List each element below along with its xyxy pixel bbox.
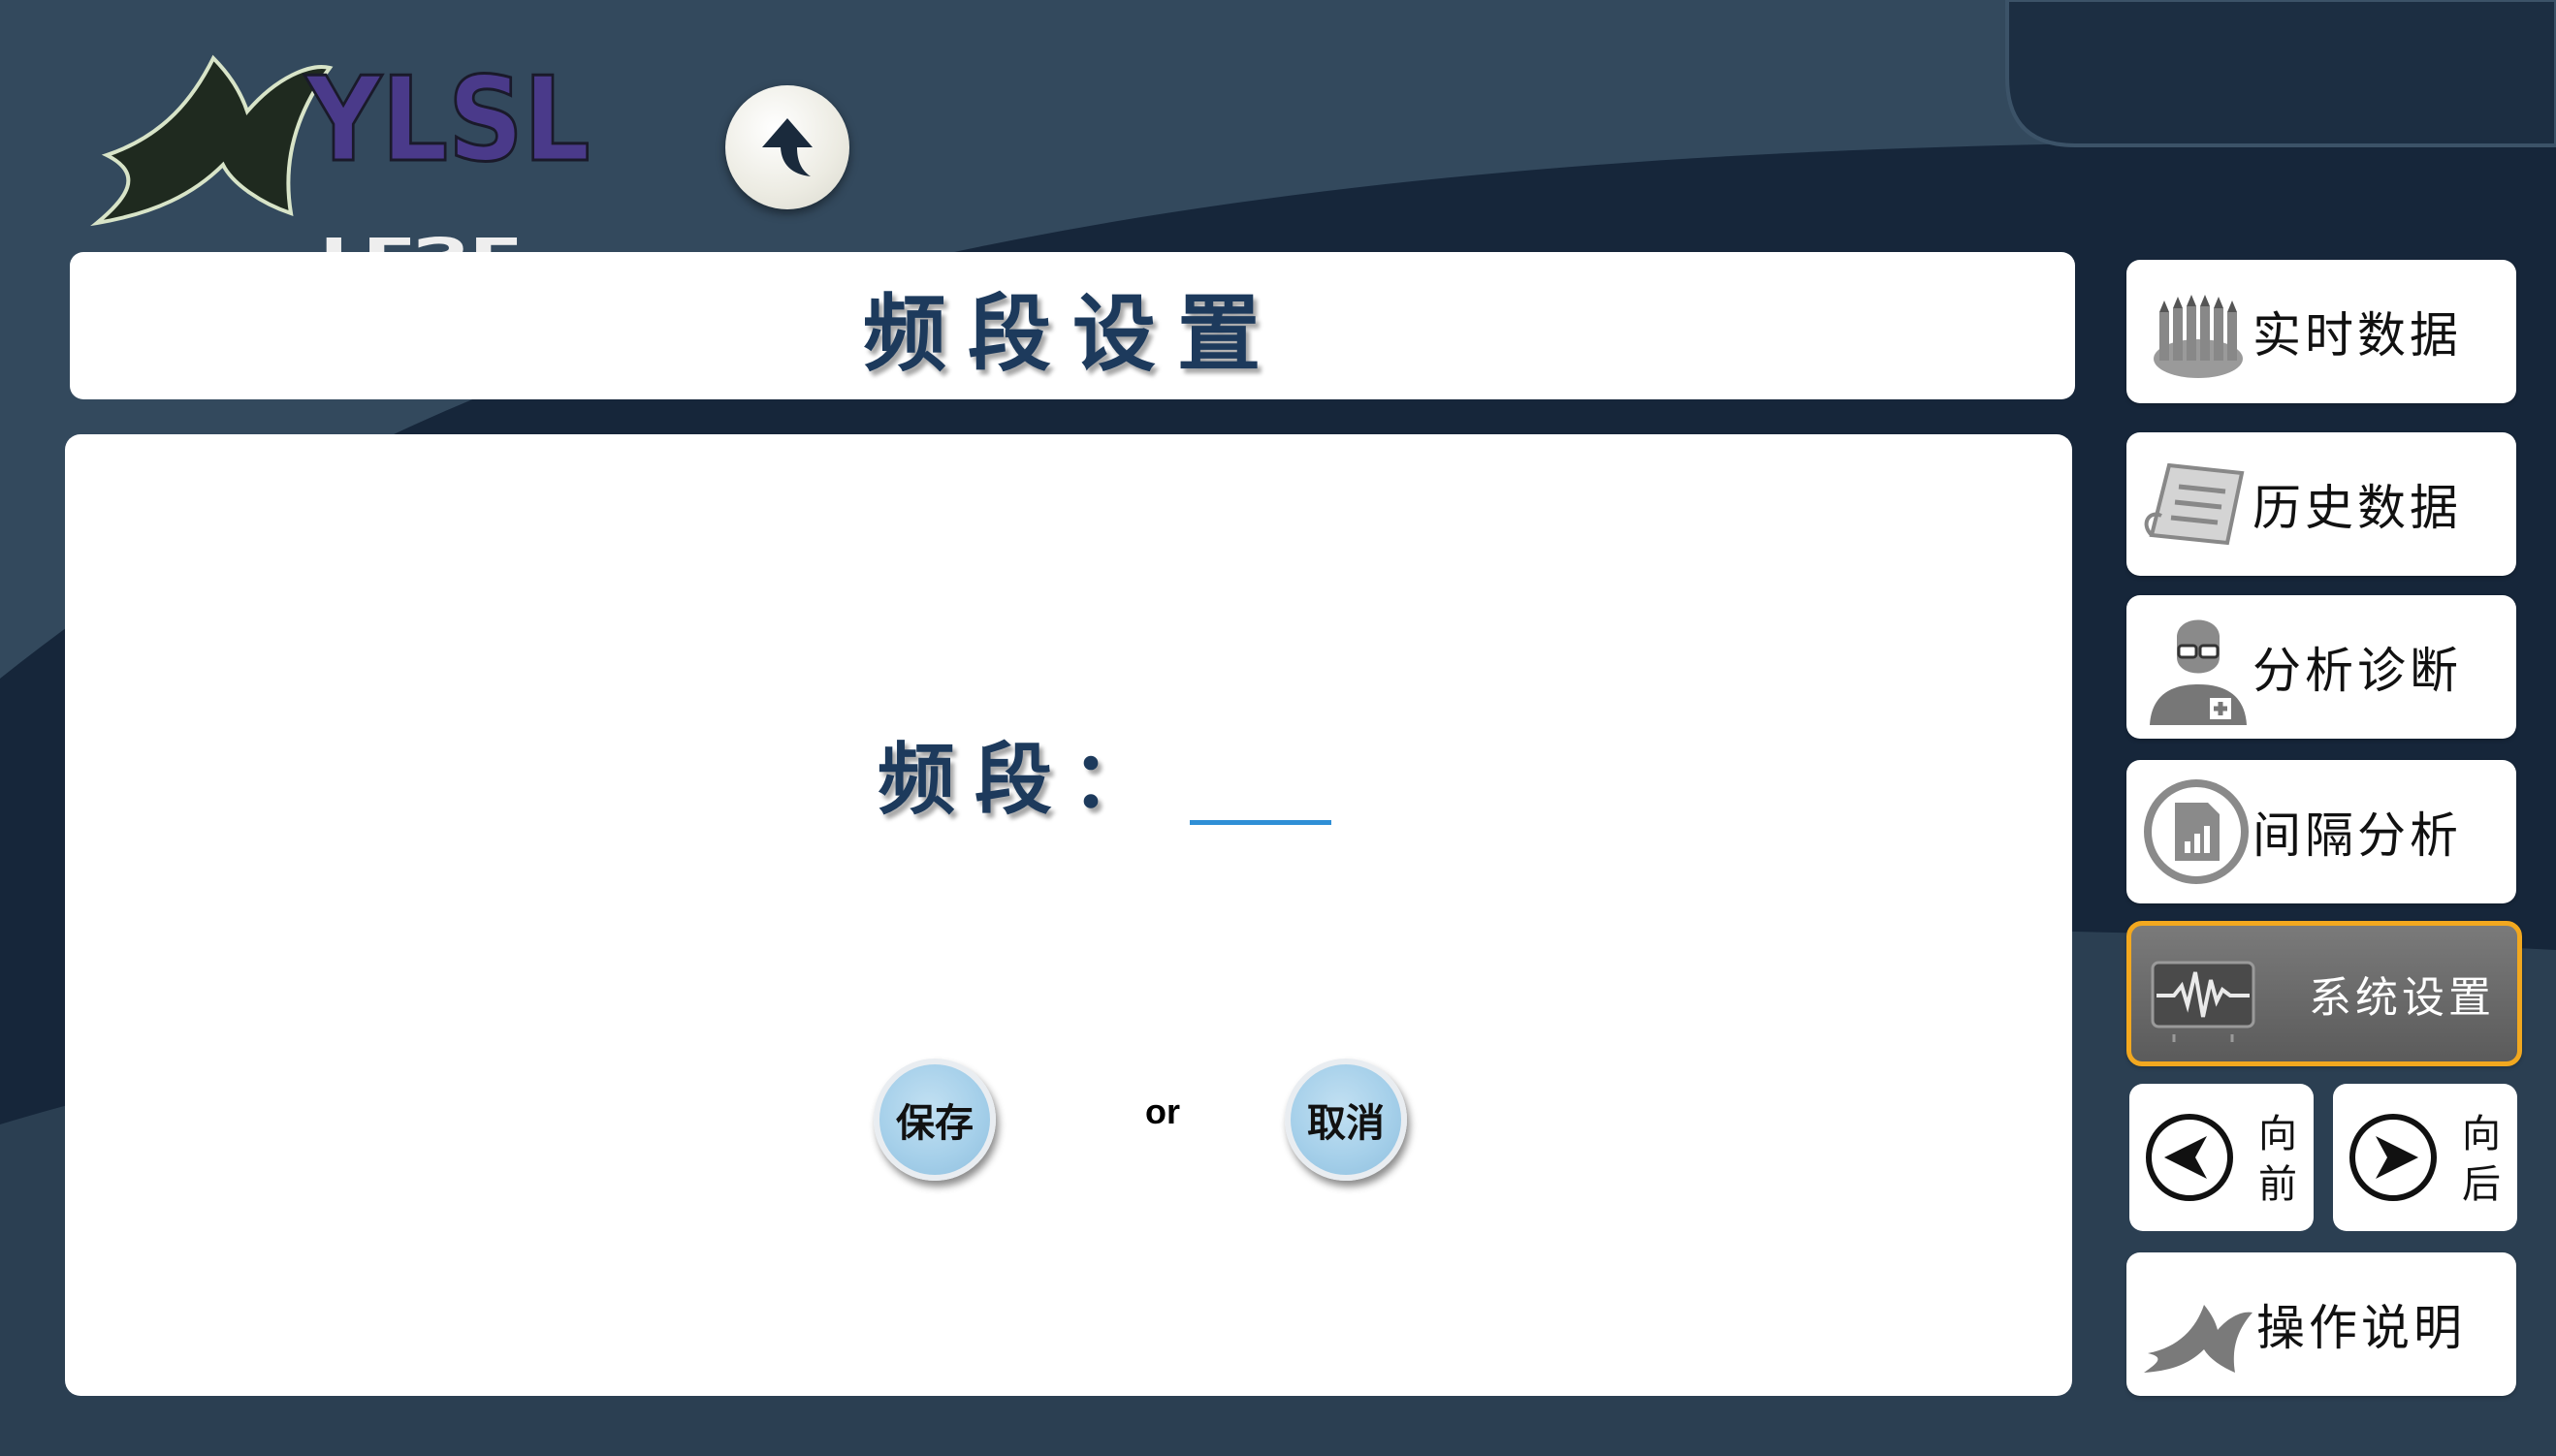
sidebar-item-label: 系统设置: [2309, 973, 2495, 1023]
svg-text:YLSL: YLSL: [304, 52, 590, 188]
sidebar-item-realtime-data[interactable]: 实时数据: [2126, 260, 2516, 403]
freq-input[interactable]: [1190, 751, 1331, 825]
up-button[interactable]: [725, 85, 849, 209]
or-separator: or: [1145, 1092, 1180, 1131]
freq-row: 频段：: [878, 715, 1331, 832]
cancel-button[interactable]: 取消: [1285, 1059, 1407, 1181]
document-list-icon: [2144, 462, 2245, 546]
bird-logo-icon: [2144, 1305, 2252, 1373]
svg-text:YLSL: YLSL: [304, 225, 519, 252]
next-label: 向后: [2462, 1112, 2501, 1207]
sidebar-item-analysis-diagnosis[interactable]: 分析诊断: [2126, 595, 2516, 739]
waveform-icon: [2151, 961, 2255, 1042]
help-button[interactable]: 操作说明: [2126, 1252, 2516, 1396]
freq-label: 频段：: [878, 735, 1168, 825]
settings-panel: 频段： 保存 or 取消: [65, 434, 2072, 1396]
report-chart-icon: [2144, 779, 2249, 884]
up-arrow-icon: [762, 118, 813, 176]
ylsl-logo: YLSL YLSL: [90, 50, 591, 252]
sidebar-item-label: 历史数据: [2252, 480, 2462, 536]
arrow-right-icon: [2349, 1114, 2437, 1201]
sidebar-item-label: 间隔分析: [2252, 807, 2462, 864]
sidebar-item-system-settings[interactable]: 系统设置: [2126, 921, 2522, 1066]
arrow-left-icon: [2146, 1114, 2233, 1201]
sidebar-item-label: 操作说明: [2256, 1300, 2466, 1356]
sidebar-item-label: 分析诊断: [2252, 643, 2462, 699]
save-button[interactable]: 保存: [874, 1059, 996, 1181]
prev-label: 向前: [2258, 1112, 2297, 1207]
sidebar-item-interval-analysis[interactable]: 间隔分析: [2126, 760, 2516, 903]
pencils-icon: [2154, 295, 2243, 378]
page-header: 频段设置: [70, 252, 2075, 399]
next-button[interactable]: 向后: [2333, 1084, 2517, 1231]
doctor-icon: [2150, 619, 2247, 725]
sidebar-item-history-data[interactable]: 历史数据: [2126, 432, 2516, 576]
page-title: 频段设置: [863, 285, 1282, 383]
prev-button[interactable]: 向前: [2129, 1084, 2314, 1231]
sidebar-item-label: 实时数据: [2252, 307, 2462, 364]
